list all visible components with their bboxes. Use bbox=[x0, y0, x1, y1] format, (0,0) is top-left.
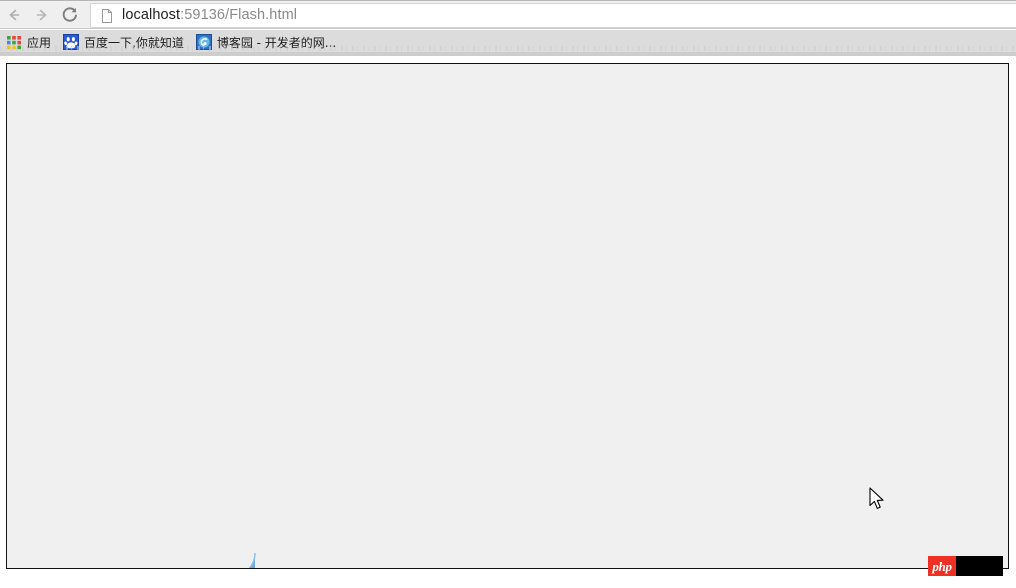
back-button[interactable] bbox=[0, 1, 28, 29]
flash-wedge-icon bbox=[248, 552, 256, 568]
url-host: localhost bbox=[122, 7, 181, 24]
cnblogs-icon bbox=[195, 34, 212, 50]
navigation-buttons bbox=[0, 1, 84, 29]
document-icon bbox=[102, 8, 112, 23]
arrow-left-icon bbox=[9, 9, 20, 21]
reload-icon bbox=[62, 7, 77, 22]
browser-toolbar: localhost:59136/Flash.html bbox=[0, 0, 1016, 29]
php-badge-bar bbox=[956, 556, 1003, 576]
bookmark-label: 应用 bbox=[27, 35, 52, 50]
page-background bbox=[7, 64, 1008, 568]
forward-button[interactable] bbox=[28, 1, 56, 29]
page-content-frame bbox=[6, 63, 1009, 569]
php-logo: php bbox=[928, 556, 956, 576]
address-bar[interactable]: localhost:59136/Flash.html bbox=[90, 3, 1016, 28]
bookmark-cnblogs[interactable]: 博客园 - 开发者的网... bbox=[191, 32, 342, 52]
bookmark-baidu[interactable]: 百度一下,你就知道 bbox=[58, 32, 190, 52]
url-text: localhost:59136/Flash.html bbox=[122, 8, 297, 23]
url-path: :59136/Flash.html bbox=[180, 7, 298, 24]
php-badge: php bbox=[928, 556, 1003, 576]
php-label: php bbox=[932, 558, 952, 574]
apps-grid-icon bbox=[7, 36, 21, 50]
arrow-right-icon bbox=[36, 9, 47, 21]
bookmark-apps[interactable]: 应用 bbox=[1, 32, 57, 52]
reload-button[interactable] bbox=[56, 1, 84, 29]
browser-window: localhost:59136/Flash.html 应用 百度一下,你就知道 … bbox=[0, 0, 1016, 588]
baidu-paw-icon bbox=[63, 34, 80, 50]
bookmarks-bar: 应用 百度一下,你就知道 博客园 - 开发者的网... bbox=[0, 30, 1016, 54]
bookmarks-bar-shadow bbox=[0, 52, 1016, 56]
bookmark-label: 博客园 - 开发者的网... bbox=[216, 35, 337, 50]
bookmark-label: 百度一下,你就知道 bbox=[84, 35, 184, 50]
